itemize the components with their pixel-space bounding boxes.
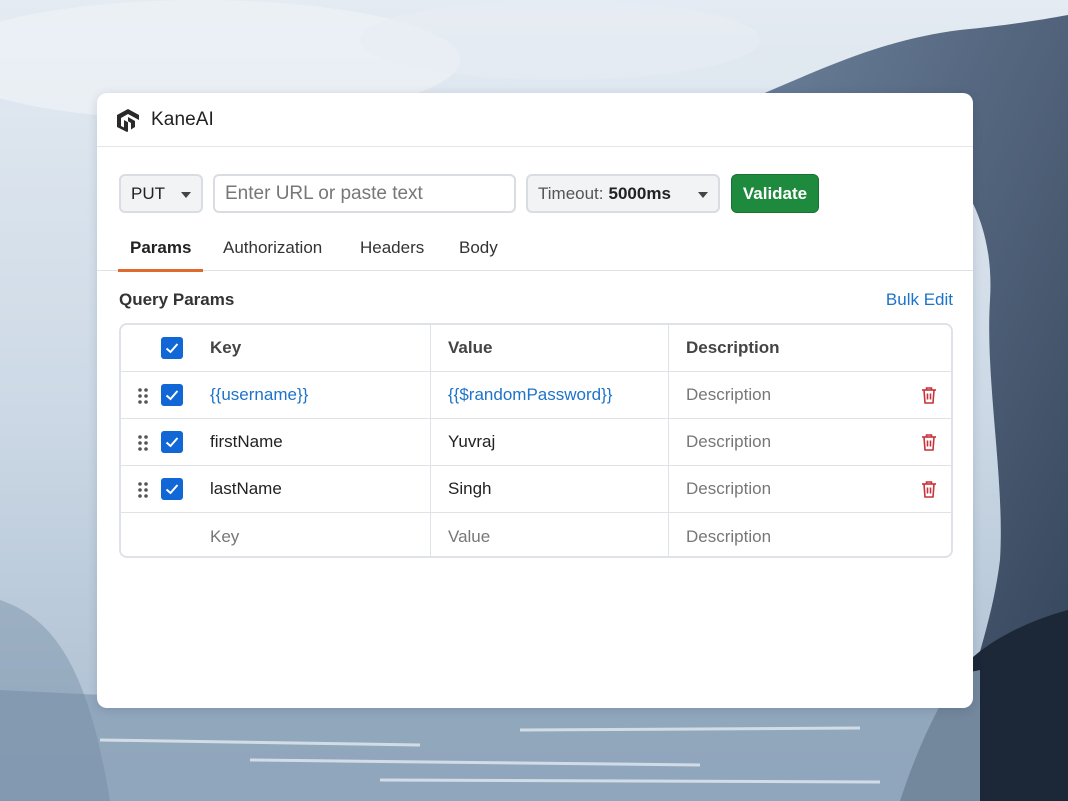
row-checkbox[interactable] bbox=[161, 478, 183, 500]
new-value-field[interactable]: Value bbox=[448, 513, 490, 556]
validate-button[interactable]: Validate bbox=[731, 174, 819, 213]
request-tabs: Params Authorization Headers Body bbox=[97, 225, 973, 272]
param-description[interactable]: Description bbox=[686, 419, 771, 465]
api-request-panel: KaneAI PUT Timeout: 5000ms Validate Para… bbox=[97, 93, 973, 708]
param-key[interactable]: firstName bbox=[210, 419, 283, 465]
tab-body[interactable]: Body bbox=[459, 225, 498, 271]
method-select[interactable]: PUT bbox=[119, 174, 203, 213]
app-name: KaneAI bbox=[151, 108, 214, 130]
select-all-checkbox[interactable] bbox=[161, 337, 183, 359]
drag-handle-icon[interactable] bbox=[137, 481, 149, 499]
checkmark-icon bbox=[165, 390, 179, 401]
param-description[interactable]: Description bbox=[686, 372, 771, 418]
query-params-title: Query Params bbox=[119, 290, 235, 309]
table-row: {{username}} {{$randomPassword}} Descrip… bbox=[121, 372, 951, 419]
query-params-table: Key Value Description {{username}} {{$ra… bbox=[119, 323, 953, 558]
bulk-edit-link[interactable]: Bulk Edit bbox=[886, 290, 953, 310]
column-header-description: Description bbox=[686, 338, 780, 357]
url-input[interactable] bbox=[213, 174, 516, 213]
tab-authorization[interactable]: Authorization bbox=[223, 225, 322, 271]
row-checkbox[interactable] bbox=[161, 431, 183, 453]
param-key[interactable]: lastName bbox=[210, 466, 282, 512]
table-row: firstName Yuvraj Description bbox=[121, 419, 951, 466]
param-value[interactable]: {{$randomPassword}} bbox=[448, 372, 612, 418]
drag-handle-icon[interactable] bbox=[137, 387, 149, 405]
timeout-value: 5000ms bbox=[608, 183, 671, 203]
tab-params[interactable]: Params bbox=[117, 225, 204, 272]
trash-icon[interactable] bbox=[919, 385, 939, 405]
trash-icon[interactable] bbox=[919, 432, 939, 452]
chevron-down-icon bbox=[181, 192, 191, 198]
param-value[interactable]: Yuvraj bbox=[448, 419, 495, 465]
title-bar: KaneAI bbox=[97, 93, 973, 147]
column-header-key: Key bbox=[210, 338, 242, 357]
param-value[interactable]: Singh bbox=[448, 466, 491, 512]
new-param-row: Key Value Description bbox=[121, 513, 951, 556]
checkmark-icon bbox=[165, 437, 179, 448]
tab-headers[interactable]: Headers bbox=[360, 225, 424, 271]
table-row: lastName Singh Description bbox=[121, 466, 951, 513]
column-header-value: Value bbox=[448, 338, 493, 357]
chevron-down-icon bbox=[698, 192, 708, 198]
param-description[interactable]: Description bbox=[686, 466, 771, 512]
drag-handle-icon[interactable] bbox=[137, 434, 149, 452]
new-description-field[interactable]: Description bbox=[686, 513, 771, 556]
row-checkbox[interactable] bbox=[161, 384, 183, 406]
param-key[interactable]: {{username}} bbox=[210, 372, 308, 418]
new-key-field[interactable]: Key bbox=[210, 513, 239, 556]
checkmark-icon bbox=[165, 484, 179, 495]
method-value: PUT bbox=[131, 183, 165, 203]
timeout-label: Timeout: bbox=[538, 183, 604, 203]
checkmark-icon bbox=[165, 343, 179, 354]
kaneai-logo-icon bbox=[115, 107, 141, 133]
request-bar: PUT Timeout: 5000ms Validate bbox=[119, 174, 973, 213]
timeout-select[interactable]: Timeout: 5000ms bbox=[526, 174, 720, 213]
table-header-row: Key Value Description bbox=[121, 325, 951, 372]
trash-icon[interactable] bbox=[919, 479, 939, 499]
